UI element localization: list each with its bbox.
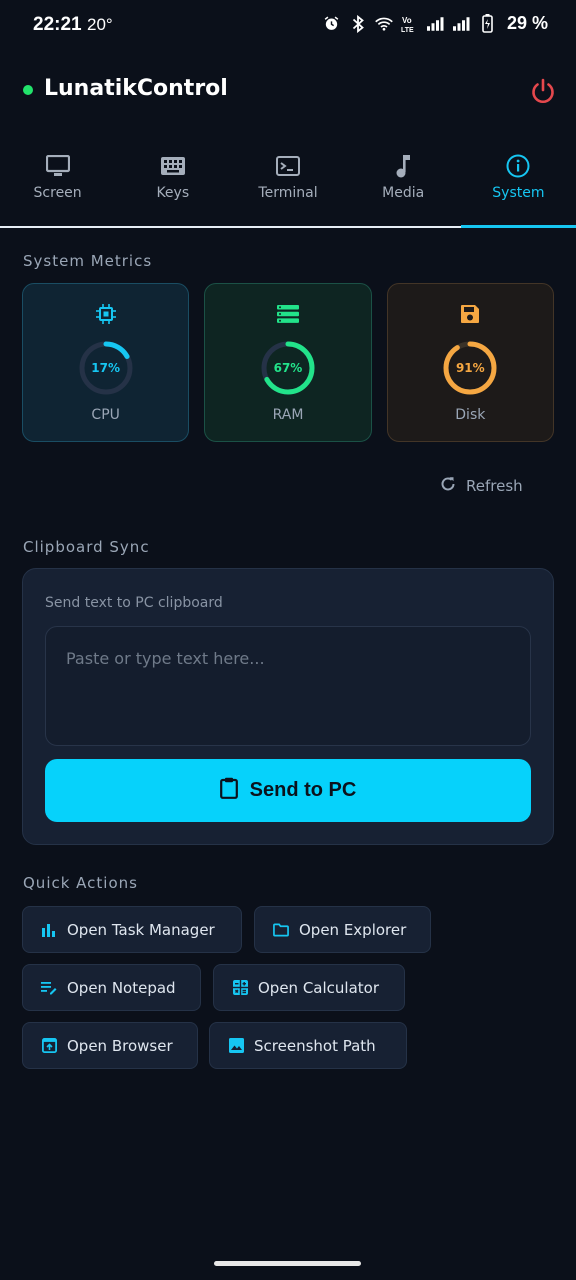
app-header: LunatikControl xyxy=(0,68,576,114)
ram-metric-card: 67% RAM xyxy=(204,283,372,442)
tab-label: System xyxy=(492,185,545,201)
cpu-label: CPU xyxy=(91,407,120,423)
tab-label: Screen xyxy=(33,185,82,201)
alarm-icon xyxy=(323,15,341,33)
signal-icon xyxy=(452,15,471,33)
ram-label: RAM xyxy=(272,407,304,423)
system-metrics-title: System Metrics xyxy=(23,252,153,270)
disk-label: Disk xyxy=(455,407,486,423)
clipboard-card: Send text to PC clipboard Send to PC xyxy=(22,568,554,845)
floppy-disk-icon xyxy=(460,303,480,325)
calculator-icon xyxy=(232,980,248,996)
clipboard-text-input[interactable] xyxy=(45,626,531,746)
clipboard-hint: Send text to PC clipboard xyxy=(45,595,223,611)
send-to-pc-button[interactable]: Send to PC xyxy=(45,759,531,822)
refresh-button[interactable]: Refresh xyxy=(440,476,523,496)
tab-media[interactable]: Media xyxy=(346,140,461,226)
clipboard-sync-title: Clipboard Sync xyxy=(23,538,150,556)
cpu-chip-icon xyxy=(95,303,116,325)
disk-metric-card: 91% Disk xyxy=(386,283,554,442)
tab-keys[interactable]: Keys xyxy=(115,140,230,226)
battery-charging-icon xyxy=(479,14,497,33)
info-icon xyxy=(506,153,530,179)
power-button[interactable] xyxy=(528,76,558,106)
cpu-metric-card: 17% CPU xyxy=(22,283,190,442)
status-time: 22:21 xyxy=(33,14,82,35)
open-notepad-button[interactable]: Open Notepad xyxy=(22,964,201,1011)
qa-label: Open Calculator xyxy=(258,978,380,997)
power-icon xyxy=(532,78,554,103)
metrics-row: 17% CPU 67% RAM 91% Disk xyxy=(22,283,554,442)
open-browser-button[interactable]: Open Browser xyxy=(22,1022,198,1069)
qa-label: Open Explorer xyxy=(299,920,407,939)
open-task-manager-button[interactable]: Open Task Manager xyxy=(22,906,242,953)
monitor-icon xyxy=(45,153,70,179)
screenshot-path-button[interactable]: Screenshot Path xyxy=(209,1022,407,1069)
open-calculator-button[interactable]: Open Calculator xyxy=(213,964,405,1011)
svg-text:Vo: Vo xyxy=(402,16,412,25)
browser-window-icon xyxy=(41,1038,57,1054)
folder-icon xyxy=(273,922,289,938)
home-indicator[interactable] xyxy=(214,1261,361,1266)
send-to-pc-label: Send to PC xyxy=(249,779,357,801)
music-note-icon xyxy=(395,153,411,179)
status-bar: 22:21 20° Vo LTE 29 % xyxy=(0,0,576,52)
volte-icon: Vo LTE xyxy=(401,15,419,34)
qa-label: Open Notepad xyxy=(67,978,176,997)
tab-label: Media xyxy=(382,185,425,201)
memory-icon xyxy=(276,303,299,325)
connection-status-dot xyxy=(23,85,33,95)
cpu-gauge: 17% xyxy=(77,339,135,397)
disk-gauge: 91% xyxy=(441,339,499,397)
svg-text:LTE: LTE xyxy=(401,27,414,34)
keyboard-icon xyxy=(160,153,185,179)
refresh-label: Refresh xyxy=(466,477,523,495)
app-title: LunatikControl xyxy=(44,76,228,101)
disk-value: 91% xyxy=(455,361,485,375)
bluetooth-icon xyxy=(349,14,367,33)
qa-label: Open Browser xyxy=(67,1036,173,1055)
qa-label: Open Task Manager xyxy=(67,920,215,939)
image-icon xyxy=(228,1038,244,1054)
signal-icon xyxy=(426,15,445,33)
tab-label: Keys xyxy=(156,185,190,201)
battery-level: 29 % xyxy=(506,13,548,33)
tab-label: Terminal xyxy=(258,185,318,201)
clipboard-icon xyxy=(219,777,238,805)
tab-terminal[interactable]: Terminal xyxy=(230,140,345,226)
bar-chart-icon xyxy=(41,922,57,938)
terminal-icon xyxy=(276,153,300,179)
qa-label: Screenshot Path xyxy=(254,1036,376,1055)
status-temperature: 20° xyxy=(87,15,113,34)
notes-edit-icon xyxy=(41,980,57,996)
status-icons: Vo LTE 29 % xyxy=(323,13,548,34)
tab-bar: Screen Keys Terminal Media System xyxy=(0,140,576,228)
open-explorer-button[interactable]: Open Explorer xyxy=(254,906,431,953)
cpu-value: 17% xyxy=(91,361,121,375)
ram-value: 67% xyxy=(273,361,303,375)
tab-screen[interactable]: Screen xyxy=(0,140,115,226)
ram-gauge: 67% xyxy=(259,339,317,397)
wifi-icon xyxy=(375,15,393,33)
refresh-icon xyxy=(440,476,456,496)
quick-actions-title: Quick Actions xyxy=(23,874,138,892)
tab-system[interactable]: System xyxy=(460,140,576,228)
